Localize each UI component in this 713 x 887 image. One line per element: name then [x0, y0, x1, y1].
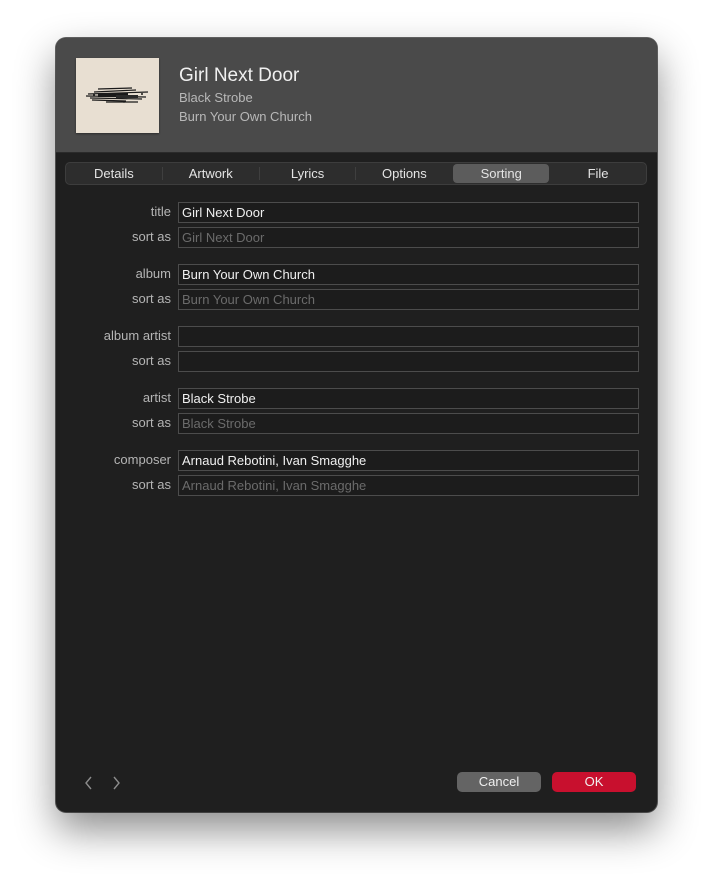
- chevron-right-icon[interactable]: [110, 775, 122, 796]
- artist-label: artist: [142, 390, 171, 405]
- album-row: album Burn Your Own Church: [56, 264, 657, 285]
- artist-field[interactable]: Black Strobe: [178, 388, 639, 409]
- album-artist-row: album artist: [56, 326, 657, 347]
- tab-details[interactable]: Details: [66, 163, 162, 184]
- album-sort-row: sort as Burn Your Own Church: [56, 289, 657, 310]
- composer-field[interactable]: Arnaud Rebotini, Ivan Smagghe: [178, 450, 639, 471]
- album-artist-sort-label: sort as: [131, 353, 171, 368]
- track-artist: Black Strobe: [179, 90, 253, 105]
- artist-sort-label: sort as: [131, 415, 171, 430]
- tab-artwork[interactable]: Artwork: [163, 163, 259, 184]
- title-row: title Girl Next Door: [56, 202, 657, 223]
- composer-sort-label: sort as: [131, 477, 171, 492]
- get-info-dialog: Girl Next Door Black Strobe Burn Your Ow…: [56, 38, 657, 812]
- tab-options[interactable]: Options: [356, 163, 452, 184]
- title-field[interactable]: Girl Next Door: [178, 202, 639, 223]
- title-sort-label: sort as: [131, 229, 171, 244]
- artist-row: artist Black Strobe: [56, 388, 657, 409]
- album-artist-sort-row: sort as: [56, 351, 657, 372]
- tab-sorting[interactable]: Sorting: [453, 164, 550, 183]
- tab-lyrics[interactable]: Lyrics: [260, 163, 356, 184]
- composer-sort-row: sort as Arnaud Rebotini, Ivan Smagghe: [56, 475, 657, 496]
- title-sort-row: sort as Girl Next Door: [56, 227, 657, 248]
- tab-file[interactable]: File: [550, 163, 646, 184]
- tab-bar: Details Artwork Lyrics Options Sorting F…: [65, 162, 647, 185]
- chevron-left-icon[interactable]: [83, 775, 95, 796]
- album-sort-field[interactable]: Burn Your Own Church: [178, 289, 639, 310]
- album-sort-label: sort as: [131, 291, 171, 306]
- title-sort-field[interactable]: Girl Next Door: [178, 227, 639, 248]
- ok-button[interactable]: OK: [552, 772, 636, 792]
- track-album: Burn Your Own Church: [179, 109, 312, 124]
- composer-row: composer Arnaud Rebotini, Ivan Smagghe: [56, 450, 657, 471]
- album-artist-field[interactable]: [178, 326, 639, 347]
- dialog-header: Girl Next Door Black Strobe Burn Your Ow…: [56, 38, 657, 153]
- album-field[interactable]: Burn Your Own Church: [178, 264, 639, 285]
- album-artist-sort-field[interactable]: [178, 351, 639, 372]
- album-artist-label: album artist: [103, 328, 171, 343]
- album-artwork: [76, 58, 159, 133]
- album-label: album: [135, 266, 171, 281]
- track-title: Girl Next Door: [179, 65, 300, 86]
- composer-label: composer: [113, 452, 171, 467]
- composer-sort-field[interactable]: Arnaud Rebotini, Ivan Smagghe: [178, 475, 639, 496]
- title-label: title: [150, 204, 171, 219]
- artist-sort-field[interactable]: Black Strobe: [178, 413, 639, 434]
- artist-sort-row: sort as Black Strobe: [56, 413, 657, 434]
- cancel-button[interactable]: Cancel: [457, 772, 541, 792]
